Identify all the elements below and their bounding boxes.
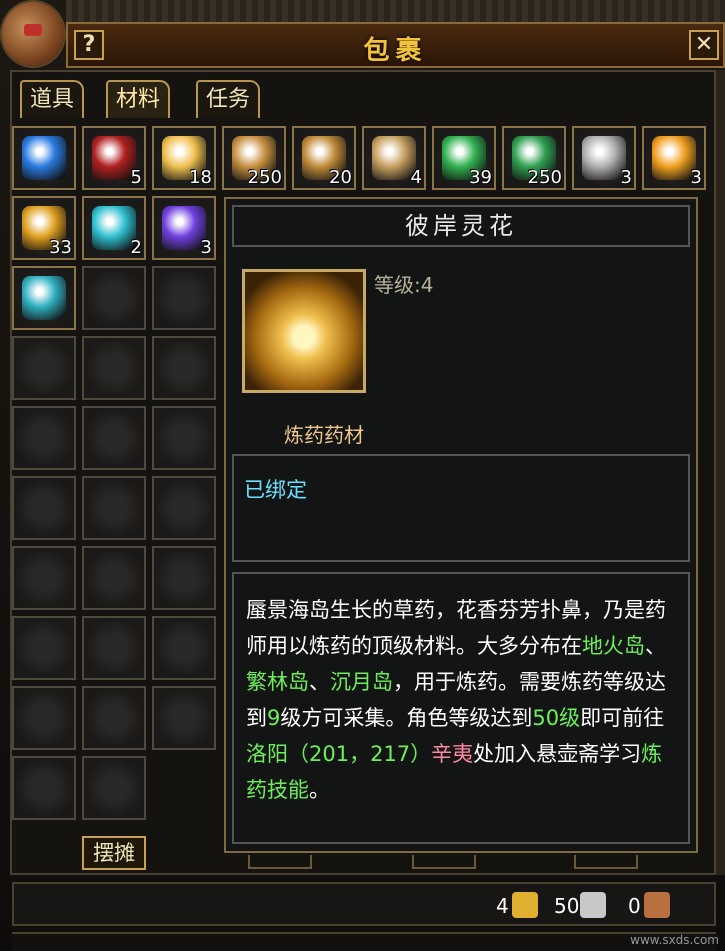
desc-location: 繁林岛	[246, 670, 309, 694]
inventory-slot[interactable]: 3	[152, 196, 216, 260]
item-icon	[372, 136, 416, 180]
inventory-slot[interactable]	[12, 686, 76, 750]
inventory-slot[interactable]: 2	[82, 196, 146, 260]
inventory-slot[interactable]: 250	[502, 126, 566, 190]
currency-bar: 4 50 0	[12, 882, 716, 926]
inventory-slot[interactable]: 20	[292, 126, 356, 190]
right-border	[716, 70, 725, 875]
bind-section: 已绑定	[232, 454, 690, 562]
window-title: 包裹	[363, 36, 428, 66]
bind-status: 已绑定	[244, 478, 307, 502]
desc-text: 处加入悬壶斋学习	[473, 742, 642, 766]
silver-amount: 50	[554, 894, 580, 918]
item-level: 等级:4	[374, 273, 434, 297]
inventory-slot[interactable]	[12, 756, 76, 820]
item-name: 彼岸灵花	[232, 205, 690, 247]
hidden-button	[574, 855, 638, 869]
hidden-button	[248, 855, 312, 869]
bag-icon	[2, 2, 64, 66]
item-quantity: 3	[620, 167, 632, 188]
item-icon	[652, 136, 696, 180]
inventory-slot[interactable]	[152, 406, 216, 470]
inventory-slot[interactable]	[152, 546, 216, 610]
item-quantity: 4	[410, 167, 422, 188]
desc-separator: 、	[309, 670, 330, 694]
item-quantity: 3	[200, 237, 212, 258]
desc-city: 洛阳（201，217）	[246, 742, 432, 766]
desc-npc: 辛夷	[431, 742, 474, 766]
desc-location: 沉月岛	[330, 670, 393, 694]
desc-skill-level: 9	[267, 706, 281, 730]
inventory-slot[interactable]	[82, 336, 146, 400]
inventory-slot[interactable]	[152, 686, 216, 750]
desc-location: 地火岛	[582, 634, 645, 658]
copper-amount: 0	[628, 894, 641, 918]
inventory-slot[interactable]	[82, 756, 146, 820]
inventory-slot[interactable]	[82, 406, 146, 470]
gold-amount: 4	[496, 894, 509, 918]
item-quantity: 39	[469, 167, 492, 188]
inventory-slot[interactable]: 33	[12, 196, 76, 260]
inventory-slot[interactable]: 3	[642, 126, 706, 190]
inventory-slot[interactable]	[12, 616, 76, 680]
item-tooltip: 彼岸灵花 等级:4 炼药药材 已绑定 蜃景海岛生长的草药，花香芬芳扑鼻，乃是药师…	[224, 197, 698, 853]
gold-coin-icon	[512, 892, 538, 918]
desc-char-level: 50级	[532, 706, 581, 730]
inventory-slot[interactable]	[12, 476, 76, 540]
inventory-slot[interactable]	[152, 616, 216, 680]
inventory-slot[interactable]	[82, 616, 146, 680]
inventory-slot[interactable]	[152, 476, 216, 540]
inventory-slot[interactable]: 39	[432, 126, 496, 190]
desc-text: 级方可采集。角色等级达到	[280, 706, 533, 730]
item-icon	[162, 206, 206, 250]
hidden-button	[412, 855, 476, 869]
tab-quests[interactable]: 任务	[196, 80, 261, 118]
close-button[interactable]: ✕	[689, 30, 719, 60]
inventory-slot[interactable]	[12, 126, 76, 190]
item-icon	[22, 136, 66, 180]
inventory-slot[interactable]	[12, 546, 76, 610]
item-quantity: 250	[527, 167, 562, 188]
item-icon	[92, 206, 136, 250]
inventory-slot[interactable]	[82, 266, 146, 330]
inventory-slot[interactable]	[12, 336, 76, 400]
item-quantity: 3	[690, 167, 702, 188]
item-quantity: 2	[130, 237, 142, 258]
item-type: 炼药药材	[284, 423, 364, 447]
copper-coin-icon	[644, 892, 670, 918]
item-quantity: 20	[329, 167, 352, 188]
desc-text: 。	[309, 778, 330, 802]
item-icon	[92, 136, 136, 180]
inventory-slot[interactable]	[82, 546, 146, 610]
silver-coin-icon	[580, 892, 606, 918]
inventory-slot[interactable]	[152, 266, 216, 330]
tab-items[interactable]: 道具	[20, 80, 85, 118]
desc-separator: 、	[645, 634, 666, 658]
item-quantity: 18	[189, 167, 212, 188]
desc-text: 即可前往	[580, 706, 665, 730]
inventory-slot[interactable]	[12, 406, 76, 470]
item-quantity: 250	[247, 167, 282, 188]
item-quantity: 5	[130, 167, 142, 188]
tab-materials[interactable]: 材料	[106, 80, 171, 118]
inventory-slot[interactable]	[152, 336, 216, 400]
watermark: www.sxds.com	[630, 933, 719, 947]
item-icon	[582, 136, 626, 180]
inventory-slot[interactable]: 250	[222, 126, 286, 190]
bottom-bar	[12, 932, 716, 951]
inventory-slot[interactable]	[82, 686, 146, 750]
inventory-slot[interactable]: 18	[152, 126, 216, 190]
item-quantity: 33	[49, 237, 72, 258]
inventory-slot[interactable]	[82, 476, 146, 540]
inventory-slot[interactable]	[12, 266, 76, 330]
inventory-slot[interactable]: 3	[572, 126, 636, 190]
title-bar[interactable]: ? 包裹 ✕	[66, 22, 725, 68]
lotus-flower-icon	[242, 269, 366, 393]
stall-button[interactable]: 摆摊	[82, 836, 146, 870]
top-border	[66, 0, 725, 24]
item-icon	[22, 276, 66, 320]
inventory-slot[interactable]: 4	[362, 126, 426, 190]
inventory-slot[interactable]: 5	[82, 126, 146, 190]
item-description: 蜃景海岛生长的草药，花香芬芳扑鼻，乃是药师用以炼药的顶级材料。大多分布在地火岛、…	[232, 572, 690, 844]
